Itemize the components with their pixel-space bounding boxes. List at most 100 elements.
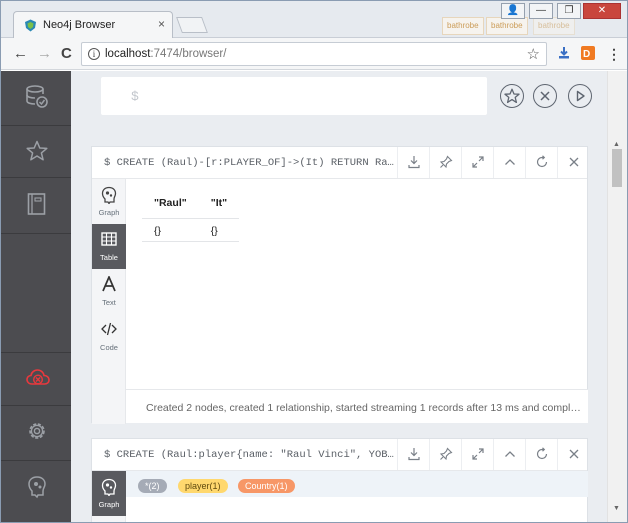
documents-book-icon xyxy=(27,193,46,215)
download-icon xyxy=(408,448,420,461)
view-tab-table[interactable]: Table xyxy=(92,224,126,269)
refresh-icon xyxy=(536,447,548,460)
collapse-button[interactable] xyxy=(493,147,525,178)
sidebar-item-about[interactable] xyxy=(1,461,71,522)
view-tab-text[interactable]: Text xyxy=(92,269,126,314)
chevron-up-icon xyxy=(505,451,515,457)
table-cell: {} xyxy=(198,218,240,242)
view-tab-graph[interactable]: Graph xyxy=(92,179,126,224)
close-frame-button[interactable] xyxy=(557,439,589,470)
about-neo4j-icon xyxy=(28,476,46,499)
pin-icon xyxy=(439,155,453,169)
label-pill-player[interactable]: player(1) xyxy=(178,479,228,493)
download-extension-icon[interactable] xyxy=(557,46,571,60)
sidebar-item-documents[interactable] xyxy=(1,178,71,234)
code-icon xyxy=(101,322,117,336)
label-pill-all[interactable]: *(2) xyxy=(138,479,167,493)
table-icon xyxy=(101,232,117,246)
frame-header: $ CREATE (Raul:player{name: "Raul Vinci"… xyxy=(92,439,587,471)
query-editor-input[interactable]: $ xyxy=(101,77,487,115)
scroll-thumb[interactable] xyxy=(612,149,622,187)
sidebar-item-connection[interactable] xyxy=(1,352,71,406)
table-header-row: "Raul" "It" xyxy=(142,197,240,219)
maximize-button[interactable]: ❐ xyxy=(557,3,581,19)
connection-error-icon xyxy=(26,369,50,385)
graph-icon xyxy=(101,186,117,204)
orange-extension-icon[interactable]: D xyxy=(581,46,595,60)
status-text: Created 2 nodes, created 1 relationship,… xyxy=(146,402,586,414)
ghost-tab: bathrobe xyxy=(442,17,484,35)
scroll-up-arrow[interactable]: ▲ xyxy=(613,141,620,148)
sidebar-item-favorites[interactable] xyxy=(1,126,71,178)
sidebar-item-settings[interactable] xyxy=(1,406,71,461)
database-icon xyxy=(26,85,48,108)
info-icon[interactable]: i xyxy=(88,48,100,60)
minimize-button[interactable]: — xyxy=(529,3,553,19)
view-tab-label: Graph xyxy=(98,500,120,509)
star-icon xyxy=(504,88,520,104)
download-icon xyxy=(408,156,420,169)
favorites-star-icon xyxy=(26,140,48,161)
fullscreen-button[interactable] xyxy=(461,439,493,470)
view-tab-code[interactable]: Code xyxy=(92,314,126,359)
view-tab-graph[interactable]: Graph xyxy=(92,471,126,516)
collapse-button[interactable] xyxy=(493,439,525,470)
browser-window: Neo4j Browser × bathrobe bathrobe bathro… xyxy=(0,0,628,523)
url-text: localhost:7474/browser/ xyxy=(105,48,226,60)
result-frame: $ CREATE (Raul)-[r:PLAYER_OF]->(It) RETU… xyxy=(91,146,589,424)
text-icon xyxy=(102,276,116,292)
forward-button[interactable]: → xyxy=(37,46,52,62)
fullscreen-button[interactable] xyxy=(461,147,493,178)
frame-command[interactable]: $ CREATE (Raul)-[r:PLAYER_OF]->(It) RETU… xyxy=(104,157,394,169)
bookmark-star-icon[interactable]: ☆ xyxy=(527,45,540,63)
page-scrollbar[interactable]: ▲ ▼ xyxy=(607,71,627,522)
new-tab-button[interactable] xyxy=(176,17,208,33)
label-pill-country[interactable]: Country(1) xyxy=(238,479,295,493)
clear-query-button[interactable] xyxy=(533,84,557,108)
chevron-up-icon xyxy=(505,159,515,165)
clear-icon xyxy=(540,91,550,101)
reload-button[interactable]: C xyxy=(61,46,72,62)
tab-title: Neo4j Browser xyxy=(43,19,116,31)
rerun-button[interactable] xyxy=(525,439,557,470)
pin-button[interactable] xyxy=(429,439,461,470)
result-table: "Raul" "It" {} {} xyxy=(142,197,240,242)
sidebar-item-database[interactable] xyxy=(1,71,71,126)
export-button[interactable] xyxy=(397,439,429,470)
table-row: {} {} xyxy=(142,218,240,242)
query-editor-bar: $ xyxy=(71,71,607,127)
favorite-query-button[interactable] xyxy=(500,84,524,108)
node-labels-bar: *(2) player(1) Country(1) xyxy=(126,471,588,497)
run-query-button[interactable] xyxy=(568,84,592,108)
browser-menu-icon[interactable]: ⋮ xyxy=(607,46,621,63)
view-tab-label: Text xyxy=(102,298,116,307)
column-header: "It" xyxy=(198,197,240,219)
close-icon xyxy=(569,157,579,167)
close-frame-button[interactable] xyxy=(557,147,589,178)
rerun-button[interactable] xyxy=(525,147,557,178)
browser-tab[interactable]: Neo4j Browser × xyxy=(13,11,173,39)
tab-close-icon[interactable]: × xyxy=(158,17,165,31)
ghost-tab: bathrobe xyxy=(533,17,575,35)
view-switcher: Graph Table Text Code xyxy=(92,179,126,424)
table-cell: {} xyxy=(142,218,199,242)
settings-gear-icon xyxy=(29,423,45,439)
editor-prompt: $ xyxy=(131,89,139,104)
scroll-down-arrow[interactable]: ▼ xyxy=(613,505,620,512)
close-icon xyxy=(569,449,579,459)
main-content: $ $ CREATE (Raul)-[r:PLAYER_OF]->(It) RE… xyxy=(71,71,607,522)
view-tab-label: Code xyxy=(100,343,118,352)
svg-text:D: D xyxy=(583,49,590,60)
frame-command[interactable]: $ CREATE (Raul:player{name: "Raul Vinci"… xyxy=(104,449,394,461)
url-host: localhost xyxy=(105,48,151,60)
export-button[interactable] xyxy=(397,147,429,178)
graph-icon xyxy=(101,478,117,496)
back-button[interactable]: ← xyxy=(13,46,28,62)
address-bar[interactable]: i localhost:7474/browser/ ☆ xyxy=(81,42,547,66)
profile-button[interactable]: 👤 xyxy=(501,3,525,19)
close-window-button[interactable]: ✕ xyxy=(583,3,621,19)
pin-button[interactable] xyxy=(429,147,461,178)
url-path: :7474/browser/ xyxy=(150,48,227,60)
browser-toolbar: ← → C i localhost:7474/browser/ ☆ D ⋮ xyxy=(1,38,627,70)
view-tab-label: Table xyxy=(100,253,118,262)
